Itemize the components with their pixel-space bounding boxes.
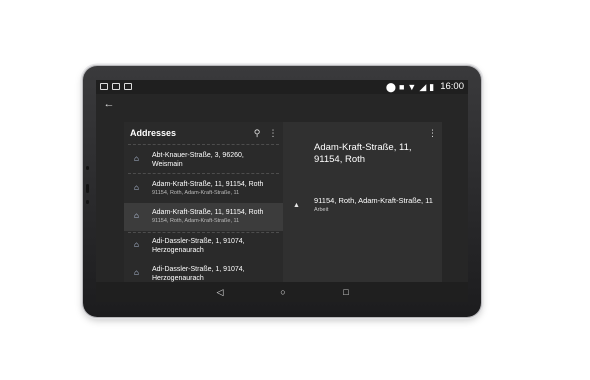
location-icon: ⬤: [385, 82, 396, 92]
image-icon: [124, 83, 132, 90]
device-sensor: [86, 200, 89, 204]
device-camera: [86, 184, 89, 193]
list-item-subtitle: Herzogenaurach: [152, 275, 204, 282]
navigation-arrow-icon[interactable]: ▲: [293, 202, 301, 210]
home-icon: ⌂: [134, 183, 139, 192]
device-sensor: [86, 166, 89, 170]
list-item-subtitle: 91154, Roth, Adam-Kraft-Straße, 11: [152, 190, 240, 196]
address-detail-pane: ⋮ Adam-Kraft-Straße, 11, 91154, Roth ▲ 9…: [283, 122, 442, 282]
wifi-icon: ▼: [407, 82, 417, 92]
home-icon: ⌂: [134, 240, 139, 249]
list-item-title: Adi-Dassler-Straße, 1, 91074,: [152, 238, 245, 245]
list-item-title: Adam-Kraft-Straße, 11, 91154, Roth: [152, 181, 264, 188]
address-list-item-selected[interactable]: ⌂ Adam-Kraft-Straße, 11, 91154, Roth 911…: [124, 203, 283, 231]
home-icon: ⌂: [134, 154, 139, 163]
list-item-title: Adam-Kraft-Straße, 11, 91154, Roth: [152, 209, 264, 216]
app-screen: ⬤ ■ ▼ ◢ ▮ 16:00 ← Addresses ⚲ ⋮ ⌂ Abt-Kn…: [96, 80, 468, 302]
triangle-back-icon[interactable]: ◁: [214, 286, 226, 298]
detail-title: Adam-Kraft-Straße, 11, 91154, Roth: [314, 142, 412, 165]
list-item-title: Adi-Dassler-Straße, 1, 91074,: [152, 266, 245, 273]
system-nav-bar: ◁ ○ □: [96, 282, 468, 302]
detail-address[interactable]: 91154, Roth, Adam-Kraft-Straße, 11: [314, 196, 433, 206]
address-list-item[interactable]: ⌂ Adam-Kraft-Straße, 11, 91154, Roth 911…: [124, 175, 283, 203]
search-icon[interactable]: ⚲: [252, 127, 262, 139]
clock: 16:00: [440, 81, 464, 92]
address-list-pane: Addresses ⚲ ⋮ ⌂ Abt-Knauer-Straße, 3, 96…: [124, 122, 283, 282]
address-list-item[interactable]: ⌂ Abt-Knauer-Straße, 3, 96260, Weismain: [124, 146, 283, 174]
list-divider: [128, 144, 279, 145]
battery-icon: ▮: [429, 82, 435, 92]
list-item-subtitle: Herzogenaurach: [152, 247, 204, 254]
square-recents-icon[interactable]: □: [340, 286, 352, 298]
home-icon: ⌂: [134, 268, 139, 277]
more-vert-icon[interactable]: ⋮: [428, 127, 437, 139]
car-icon: ■: [398, 82, 405, 92]
more-vert-icon[interactable]: ⋮: [268, 127, 278, 139]
list-item-title: Abt-Knauer-Straße, 3, 96260,: [152, 152, 244, 159]
status-bar: ⬤ ■ ▼ ◢ ▮ 16:00: [96, 80, 468, 94]
page-title: Addresses: [130, 128, 177, 138]
address-list-item[interactable]: ⌂ Adi-Dassler-Straße, 1, 91074, Herzogen…: [124, 260, 283, 282]
list-item-subtitle: Weismain: [152, 161, 183, 168]
battery-saver-icon: [100, 83, 108, 90]
list-item-subtitle: 91154, Roth, Adam-Kraft-Straße, 11: [152, 218, 240, 224]
home-icon: ⌂: [134, 211, 139, 220]
circle-home-icon[interactable]: ○: [277, 286, 289, 298]
address-list-item[interactable]: ⌂ Adi-Dassler-Straße, 1, 91074, Herzogen…: [124, 232, 283, 260]
grid-icon: [112, 83, 120, 90]
detail-tag: Arbeit: [314, 207, 329, 213]
signal-icon: ◢: [419, 82, 427, 92]
arrow-left-icon[interactable]: ←: [102, 97, 116, 111]
